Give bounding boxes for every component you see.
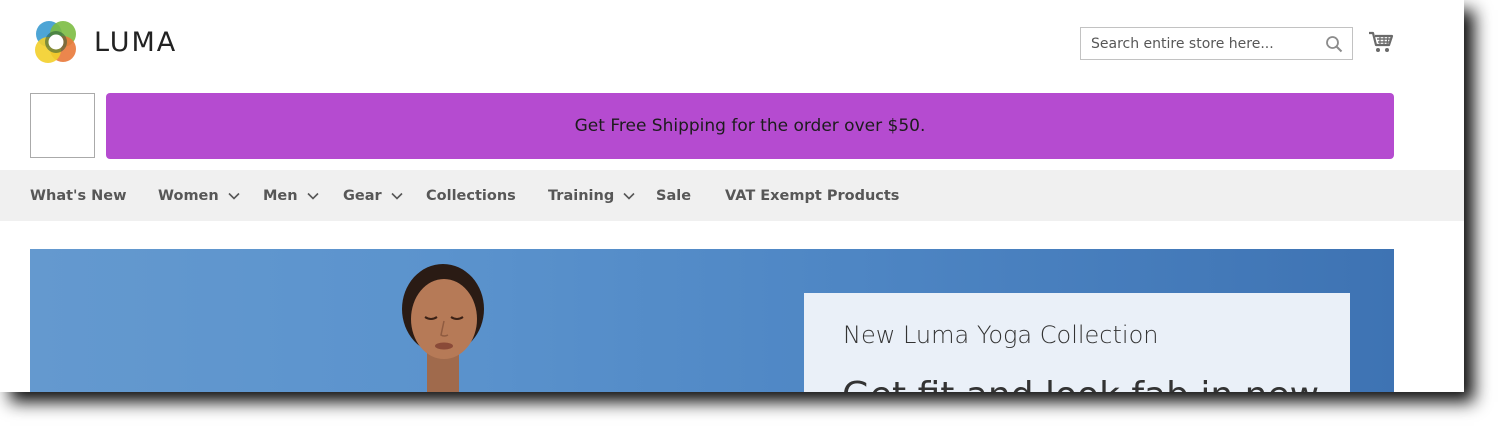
nav-item-men[interactable]: Men bbox=[263, 170, 319, 221]
chevron-down-icon bbox=[307, 192, 319, 200]
nav-item-whats-new[interactable]: What's New bbox=[30, 170, 127, 221]
chevron-down-icon bbox=[228, 192, 240, 200]
hero-title: New Luma Yoga Collection bbox=[843, 321, 1159, 349]
shopping-cart-icon[interactable] bbox=[1368, 30, 1394, 54]
nav-item-women[interactable]: Women bbox=[158, 170, 240, 221]
nav-item-label: Women bbox=[158, 187, 219, 204]
nav-item-collections[interactable]: Collections bbox=[426, 170, 516, 221]
promo-text: Get Free Shipping for the order over $50… bbox=[574, 116, 926, 136]
search-box bbox=[1080, 27, 1353, 60]
chevron-down-icon bbox=[623, 192, 635, 200]
nav-item-label: Gear bbox=[343, 187, 382, 204]
nav-item-training[interactable]: Training bbox=[548, 170, 635, 221]
nav-item-vat-exempt-products[interactable]: VAT Exempt Products bbox=[725, 170, 899, 221]
hero-headline: Get fit and look fab in new bbox=[842, 375, 1319, 392]
nav-item-label: Training bbox=[548, 187, 615, 204]
yoga-model-image bbox=[402, 264, 484, 392]
promo-banner: Get Free Shipping for the order over $50… bbox=[106, 93, 1394, 159]
store-logo[interactable]: LUMA bbox=[30, 17, 177, 67]
chevron-down-icon bbox=[391, 192, 403, 200]
nav-item-label: Collections bbox=[426, 187, 516, 204]
brand-name: LUMA bbox=[94, 26, 178, 58]
main-navigation: What's New Women Men Gear Collections Tr… bbox=[0, 170, 1464, 221]
nav-item-gear[interactable]: Gear bbox=[343, 170, 403, 221]
nav-item-label: Men bbox=[263, 187, 298, 204]
hero-card: New Luma Yoga Collection Get fit and loo… bbox=[804, 293, 1350, 392]
hero-banner[interactable]: New Luma Yoga Collection Get fit and loo… bbox=[30, 249, 1394, 392]
luma-logo-icon bbox=[35, 21, 76, 63]
nav-item-label: What's New bbox=[30, 187, 127, 204]
nav-item-label: VAT Exempt Products bbox=[725, 187, 900, 204]
browser-window: LUMA Get Free Shipping for the order ove… bbox=[0, 0, 1464, 392]
nav-item-label: Sale bbox=[656, 187, 692, 204]
search-input[interactable] bbox=[1081, 28, 1321, 59]
nav-item-sale[interactable]: Sale bbox=[656, 170, 691, 221]
image-placeholder bbox=[30, 93, 95, 158]
search-icon[interactable] bbox=[1325, 35, 1343, 53]
